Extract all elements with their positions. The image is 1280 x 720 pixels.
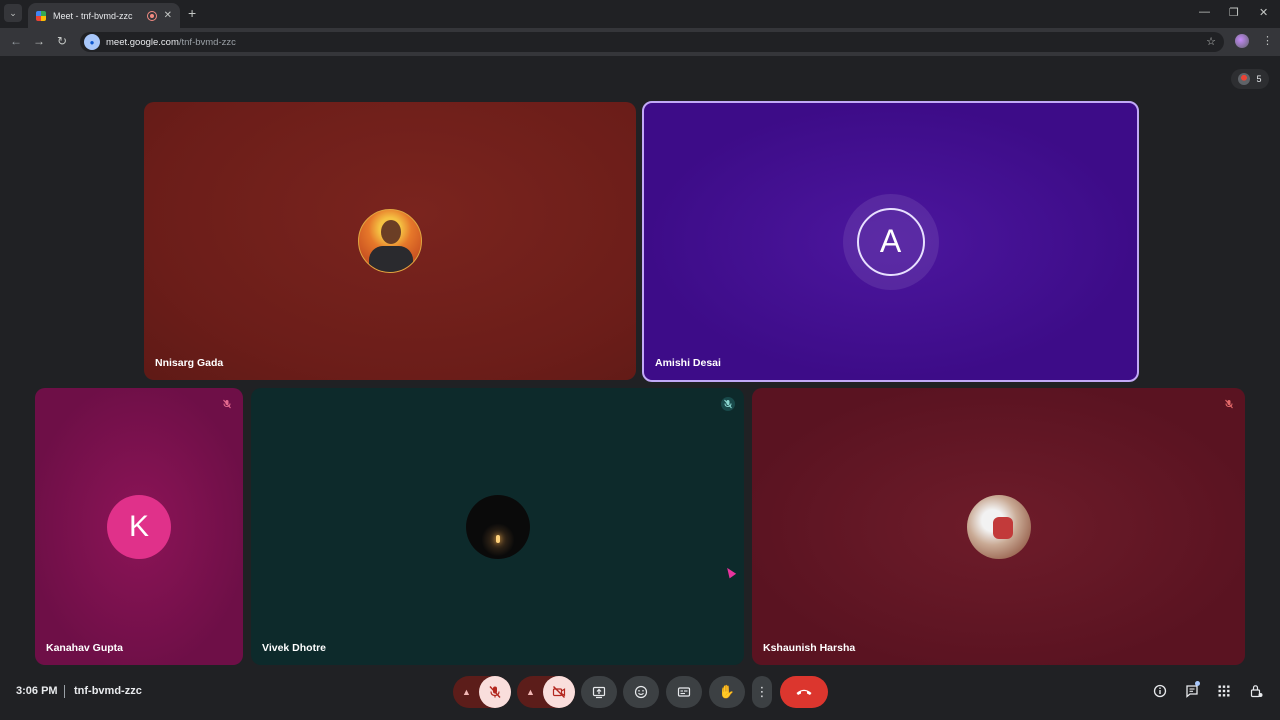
present-screen-icon (592, 686, 606, 699)
chat-button[interactable] (1185, 684, 1199, 701)
forward-icon[interactable]: → (33, 34, 45, 48)
raise-hand-icon: ✋ (718, 684, 736, 699)
photo-body (369, 246, 413, 272)
browser-toolbar: ← → ↻ ● meet.google.com/tnf-bvmd-zzc ☆ (0, 28, 1280, 56)
url-text[interactable]: meet.google.com/tnf-bvmd-zzc (106, 37, 236, 48)
participant-name: Kshaunish Harsha (763, 642, 856, 654)
toggle-camera-button[interactable] (543, 676, 575, 708)
video-options-chevron-up-icon[interactable]: ▲ (526, 687, 535, 697)
chat-unread-dot (1195, 681, 1200, 686)
activities-button[interactable] (1217, 684, 1231, 701)
chat-icon (1186, 685, 1198, 698)
participant-initial-avatar: A (856, 207, 925, 276)
participants-chip[interactable]: 5 (1231, 69, 1269, 89)
meeting-time: 3:06 PM (16, 685, 58, 697)
tab-title: Meet - tnf-bvmd-zzc (53, 10, 133, 21)
restore-icon[interactable]: ❐ (1229, 6, 1239, 19)
back-icon[interactable]: ← (10, 34, 22, 48)
browser-menu-icon[interactable]: ⋮ (1262, 34, 1273, 47)
toggle-mic-button[interactable] (479, 676, 511, 708)
participant-photo (465, 494, 530, 559)
info-icon (1153, 684, 1167, 698)
participant-initial-avatar: K (107, 494, 171, 559)
participant-name: Vivek Dhotre (262, 642, 326, 654)
host-controls-lock-icon (1250, 685, 1263, 698)
site-mic-permission-icon[interactable]: ● (84, 34, 100, 50)
new-tab-button[interactable]: + (188, 5, 196, 21)
participant-avatar-icon (1238, 73, 1251, 85)
chevron-down-icon: ⌄ (9, 7, 17, 18)
profile-avatar[interactable] (1235, 34, 1249, 48)
participant-tile-kshaunish[interactable]: Kshaunish Harsha (752, 388, 1245, 665)
participant-name: Nnisarg Gada (155, 357, 224, 369)
meeting-details-button[interactable] (1153, 684, 1167, 701)
participant-name: Kanahav Gupta (46, 642, 124, 654)
meet-favicon-icon (36, 10, 46, 21)
address-bar[interactable]: ● meet.google.com/tnf-bvmd-zzc ☆ (80, 32, 1224, 52)
tab-search-button[interactable]: ⌄ (4, 4, 22, 22)
participant-tile-amishi[interactable]: A Amishi Desai (642, 101, 1139, 382)
apps-grid-icon (1218, 685, 1230, 697)
minimize-icon[interactable]: — (1199, 6, 1210, 18)
reactions-button[interactable] (623, 676, 659, 708)
call-end-icon (796, 689, 812, 695)
present-screen-button[interactable] (581, 676, 617, 708)
more-options-button[interactable]: ⋮ (752, 676, 772, 708)
participant-count: 5 (1256, 74, 1262, 84)
participant-tile-vivek[interactable]: Vivek Dhotre (251, 388, 744, 665)
host-controls-button[interactable] (1249, 684, 1263, 701)
videocam-off-icon (552, 686, 566, 698)
leave-call-button[interactable] (780, 676, 828, 708)
emoji-icon (634, 685, 648, 699)
url-host: meet.google.com (106, 36, 179, 48)
window-close-icon[interactable]: ✕ (1259, 6, 1268, 19)
mic-off-icon (721, 397, 735, 411)
divider (64, 685, 65, 698)
mic-off-icon (489, 686, 501, 698)
mic-off-icon (220, 397, 234, 411)
raise-hand-button[interactable]: ✋ (709, 676, 745, 708)
participant-tile-nnisarg[interactable]: Nnisarg Gada (144, 102, 636, 380)
browser-tab-strip: ⌄ Meet - tnf-bvmd-zzc ✕ + — ❐ ✕ (0, 0, 1280, 28)
participant-photo (966, 494, 1031, 559)
participant-photo (358, 209, 422, 273)
bookmark-star-icon[interactable]: ☆ (1206, 35, 1216, 48)
url-path: /tnf-bvmd-zzc (178, 36, 236, 48)
captions-button[interactable] (666, 676, 702, 708)
participant-tile-kanahav[interactable]: K Kanahav Gupta (35, 388, 243, 665)
audio-options-chevron-up-icon[interactable]: ▲ (462, 687, 471, 697)
photo-face (381, 220, 401, 244)
mic-off-icon (1222, 397, 1236, 411)
captions-icon (677, 687, 691, 697)
participant-name: Amishi Desai (655, 357, 721, 369)
meeting-code: tnf-bvmd-zzc (74, 685, 142, 697)
more-options-icon: ⋮ (755, 684, 769, 699)
close-tab-icon[interactable]: ✕ (164, 10, 172, 21)
speaking-ring: A (842, 193, 939, 290)
reload-icon[interactable]: ↻ (57, 34, 67, 48)
browser-tab-meet[interactable]: Meet - tnf-bvmd-zzc ✕ (28, 3, 180, 28)
recording-indicator-icon (146, 10, 157, 21)
